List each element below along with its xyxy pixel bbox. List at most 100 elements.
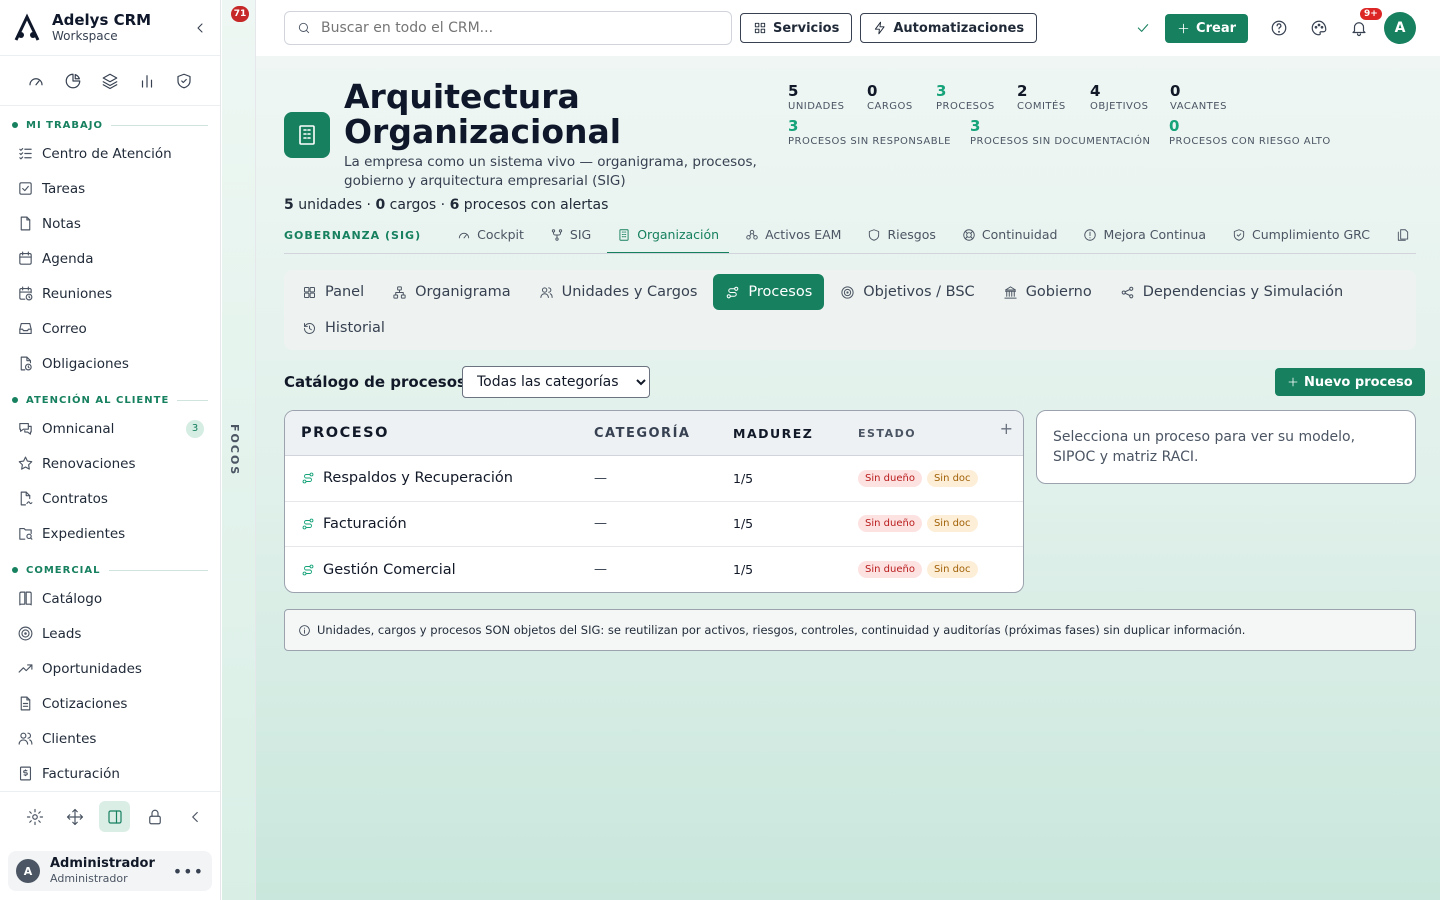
- info-text: Unidades, cargos y procesos SON objetos …: [317, 623, 1246, 637]
- more-icon[interactable]: •••: [173, 862, 204, 881]
- layers-icon[interactable]: [101, 72, 119, 90]
- col-madurez[interactable]: MADUREZ: [733, 426, 858, 441]
- services-button[interactable]: Servicios: [740, 13, 853, 43]
- sidebar-item-notas[interactable]: Notas: [0, 206, 220, 241]
- sidebar-item-clientes[interactable]: Clientes: [0, 721, 220, 756]
- settings-button[interactable]: [19, 801, 50, 832]
- sidebar: Adelys CRM Workspace MI TRABAJO Centro de…: [0, 0, 221, 900]
- tab-cockpit[interactable]: Cockpit: [447, 218, 534, 253]
- panel-toggle-button[interactable]: [99, 801, 130, 832]
- shield-check-icon[interactable]: [175, 72, 193, 90]
- category-cell: —: [594, 516, 607, 532]
- maturity-cell: 1/5: [733, 470, 754, 486]
- stat-value: 3: [788, 117, 799, 135]
- chart-pie-icon[interactable]: [64, 72, 82, 90]
- subtab-organigrama[interactable]: Organigrama: [380, 274, 523, 310]
- tab-cumplimiento-grc[interactable]: Cumplimiento GRC: [1222, 218, 1380, 253]
- sidebar-item-facturacion[interactable]: Facturación: [0, 756, 220, 791]
- search-input[interactable]: [321, 20, 701, 36]
- add-column-icon[interactable]: +: [1000, 419, 1013, 438]
- user-avatar[interactable]: A: [1384, 12, 1416, 44]
- help-icon[interactable]: [1270, 19, 1288, 37]
- chevron-left-icon[interactable]: [192, 20, 208, 36]
- assets-icon: [746, 229, 758, 240]
- sidebar-item-centro-de-atencion[interactable]: Centro de Atención: [0, 136, 220, 171]
- col-proceso[interactable]: PROCESO: [285, 425, 594, 441]
- status-cell: Sin dueño Sin doc: [858, 515, 978, 533]
- stat-label: PROCESOS SIN DOCUMENTACIÓN: [970, 136, 1151, 147]
- tab-continuidad[interactable]: Continuidad: [952, 218, 1068, 253]
- table-row[interactable]: Gestión Comercial — 1/5 Sin dueño Sin doc: [285, 547, 1023, 592]
- subtab-label: Dependencias y Simulación: [1142, 284, 1344, 300]
- gauge-icon[interactable]: [27, 72, 45, 90]
- section-title: MI TRABAJO: [26, 119, 103, 131]
- tab-label: Continuidad: [981, 227, 1058, 242]
- sidebar-item-label: Omnicanal: [42, 420, 115, 437]
- new-process-button[interactable]: Nuevo proceso: [1275, 368, 1425, 396]
- subtab-panel[interactable]: Panel: [290, 274, 376, 310]
- sidebar-item-reuniones[interactable]: Reuniones: [0, 276, 220, 311]
- focos-panel[interactable]: 71 FOCOS: [222, 0, 256, 900]
- stat-label: PROCESOS CON RIESGO ALTO: [1169, 136, 1331, 147]
- sidebar-item-obligaciones[interactable]: Obligaciones: [0, 346, 220, 381]
- tab-riesgos[interactable]: Riesgos: [857, 218, 945, 253]
- tab-documentos[interactable]: Documentos: [1386, 218, 1416, 253]
- tab-organizacion[interactable]: Organización: [607, 218, 730, 253]
- subtab-gobierno[interactable]: Gobierno: [991, 274, 1104, 310]
- palette-icon[interactable]: [1310, 19, 1328, 37]
- create-label: Crear: [1196, 20, 1236, 36]
- sidebar-item-expedientes[interactable]: Expedientes: [0, 516, 220, 551]
- sidebar-item-leads[interactable]: Leads: [0, 616, 220, 651]
- stat-label: CARGOS: [867, 101, 913, 112]
- status-badge: Sin dueño: [858, 515, 922, 533]
- search-box[interactable]: [284, 11, 732, 45]
- gauge-icon: [458, 232, 470, 238]
- sidebar-item-omnicanal[interactable]: Omnicanal 3: [0, 411, 220, 446]
- collapse-sidebar-button[interactable]: [179, 801, 210, 832]
- section-title: ATENCIÓN AL CLIENTE: [26, 394, 170, 406]
- subtab-procesos[interactable]: Procesos: [713, 274, 825, 310]
- sidebar-item-oportunidades[interactable]: Oportunidades: [0, 651, 220, 686]
- table-row[interactable]: Respaldos y Recuperación — 1/5 Sin dueño Sin…: [285, 456, 1023, 502]
- gear-icon: [26, 808, 43, 825]
- subtab-objetivos-bsc[interactable]: Objetivos / BSC: [828, 274, 986, 310]
- sidebar-item-tareas[interactable]: Tareas: [0, 171, 220, 206]
- automations-button[interactable]: Automatizaciones: [860, 13, 1038, 43]
- lock-button[interactable]: [139, 801, 170, 832]
- sidebar-item-renovaciones[interactable]: Renovaciones: [0, 446, 220, 481]
- sidebar-item-catalogo[interactable]: Catálogo: [0, 581, 220, 616]
- tab-mejora-continua[interactable]: Mejora Continua: [1073, 218, 1216, 253]
- sidebar-item-label: Obligaciones: [42, 355, 129, 372]
- tab-activos-eam[interactable]: Activos EAM: [735, 218, 851, 253]
- sidebar-item-correo[interactable]: Correo: [0, 311, 220, 346]
- table-row[interactable]: Facturación — 1/5 Sin dueño Sin doc: [285, 502, 1023, 547]
- subtab-label: Procesos: [748, 284, 813, 300]
- bar-chart-icon[interactable]: [138, 72, 156, 90]
- table-body: Respaldos y Recuperación —1/5 Sin dueño Sin…: [285, 456, 1023, 592]
- col-categoria[interactable]: CATEGORÍA: [594, 426, 733, 441]
- col-estado[interactable]: ESTADO: [858, 427, 916, 440]
- share-icon: [1121, 286, 1134, 298]
- sidebar-item-contratos[interactable]: Contratos: [0, 481, 220, 516]
- create-button[interactable]: Crear: [1165, 13, 1248, 43]
- stat-label: OBJETIVOS: [1090, 101, 1149, 112]
- chevron-left-icon: [191, 811, 198, 822]
- sidebar-item-label: Centro de Atención: [42, 145, 172, 162]
- notifications-button[interactable]: 9+: [1350, 8, 1382, 37]
- receipt-icon: [19, 766, 32, 781]
- file-signature-icon: [20, 491, 33, 506]
- user-menu[interactable]: A Administrador Administrador •••: [8, 851, 212, 891]
- sidebar-item-cotizaciones[interactable]: Cotizaciones: [0, 686, 220, 721]
- subtab-dependencias-y-simulacion[interactable]: Dependencias y Simulación: [1108, 274, 1355, 310]
- category-filter[interactable]: Todas las categorías: [462, 366, 650, 398]
- subtab-unidades-y-cargos[interactable]: Unidades y Cargos: [527, 274, 710, 310]
- subtab-historial[interactable]: Historial: [290, 310, 397, 346]
- history-icon: [304, 322, 315, 334]
- check-icon: [1137, 24, 1149, 32]
- move-button[interactable]: [59, 801, 90, 832]
- count-badge: 3: [186, 419, 204, 438]
- tab-sig[interactable]: SIG: [540, 218, 601, 253]
- stat-procesos-sin-responsable: 3 PROCESOS SIN RESPONSABLE: [788, 117, 951, 148]
- avatar: A: [16, 859, 40, 883]
- sidebar-item-agenda[interactable]: Agenda: [0, 241, 220, 276]
